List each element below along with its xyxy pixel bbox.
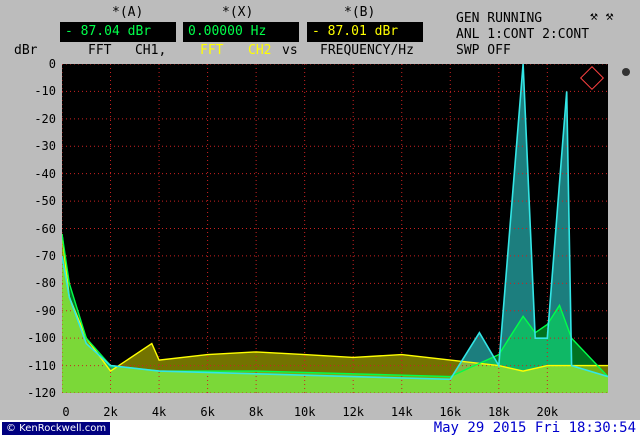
status-swp: SWP OFF [456, 43, 511, 58]
subtitle-axis: FREQUENCY/Hz [320, 43, 414, 58]
x-tick-label: 2k [103, 405, 118, 419]
y-tick-label: -80 [34, 276, 56, 291]
y-tick-label: -110 [27, 358, 56, 373]
status-anl: ANL 1:CONT 2:CONT [456, 27, 590, 42]
y-tick-label: -30 [34, 139, 56, 154]
x-tick-label: 10k [293, 405, 316, 419]
x-tick-label: 4k [151, 405, 167, 419]
y-tick-label: -50 [34, 194, 56, 209]
cursor-b-label: *(B) [344, 5, 376, 20]
logo-mark-icon [579, 65, 605, 91]
cursor-a-label: *(A) [112, 5, 144, 20]
y-tick-label: 0 [48, 57, 56, 71]
spectrum-plot[interactable] [62, 64, 608, 393]
y-tick-label: -40 [34, 166, 56, 181]
scroll-indicator-icon [622, 68, 630, 76]
subtitle-fft2: FFT [200, 43, 224, 58]
cursor-x-label: *(X) [222, 5, 254, 20]
status-tools-icon: ⚒ ⚒ [590, 9, 614, 24]
x-tick-label: 8k [248, 405, 264, 419]
cursor-b-value[interactable]: - 87.01 dBr [307, 22, 423, 42]
y-tick-label: -70 [34, 248, 56, 263]
x-tick-label: 16k [439, 405, 462, 419]
y-tick-label: -90 [34, 303, 56, 318]
y-tick-label: -20 [34, 111, 56, 126]
cursor-x-value[interactable]: 0.00000 Hz [183, 22, 299, 42]
y-tick-label: -60 [34, 221, 56, 236]
date-time: May 29 2015 Fri 18:30:54 [433, 420, 636, 436]
analyzer-screen: *(A) *(X) *(B) - 87.04 dBr 0.00000 Hz - … [0, 0, 640, 420]
subtitle-vs: vs [282, 43, 298, 58]
copyright-badge: © KenRockwell.com [2, 422, 111, 435]
status-gen: GEN RUNNING [456, 11, 543, 26]
y-tick-label: -120 [27, 386, 56, 400]
subtitle-ch1: FFT CH1, [88, 43, 167, 58]
x-tick-label: 12k [342, 405, 365, 419]
spectrum-svg [62, 64, 608, 393]
x-tick-label: 18k [487, 405, 510, 419]
y-unit-label: dBr [14, 43, 38, 58]
x-tick-label: 6k [200, 405, 215, 419]
x-tick-label: 14k [390, 405, 413, 419]
subtitle-ch2: CH2 [248, 43, 272, 58]
cursor-a-value[interactable]: - 87.04 dBr [60, 22, 176, 42]
y-tick-label: -10 [34, 84, 56, 99]
x-tick-label: 0 [62, 405, 70, 419]
x-tick-label: 20k [536, 405, 559, 419]
y-tick-label: -100 [27, 331, 56, 346]
